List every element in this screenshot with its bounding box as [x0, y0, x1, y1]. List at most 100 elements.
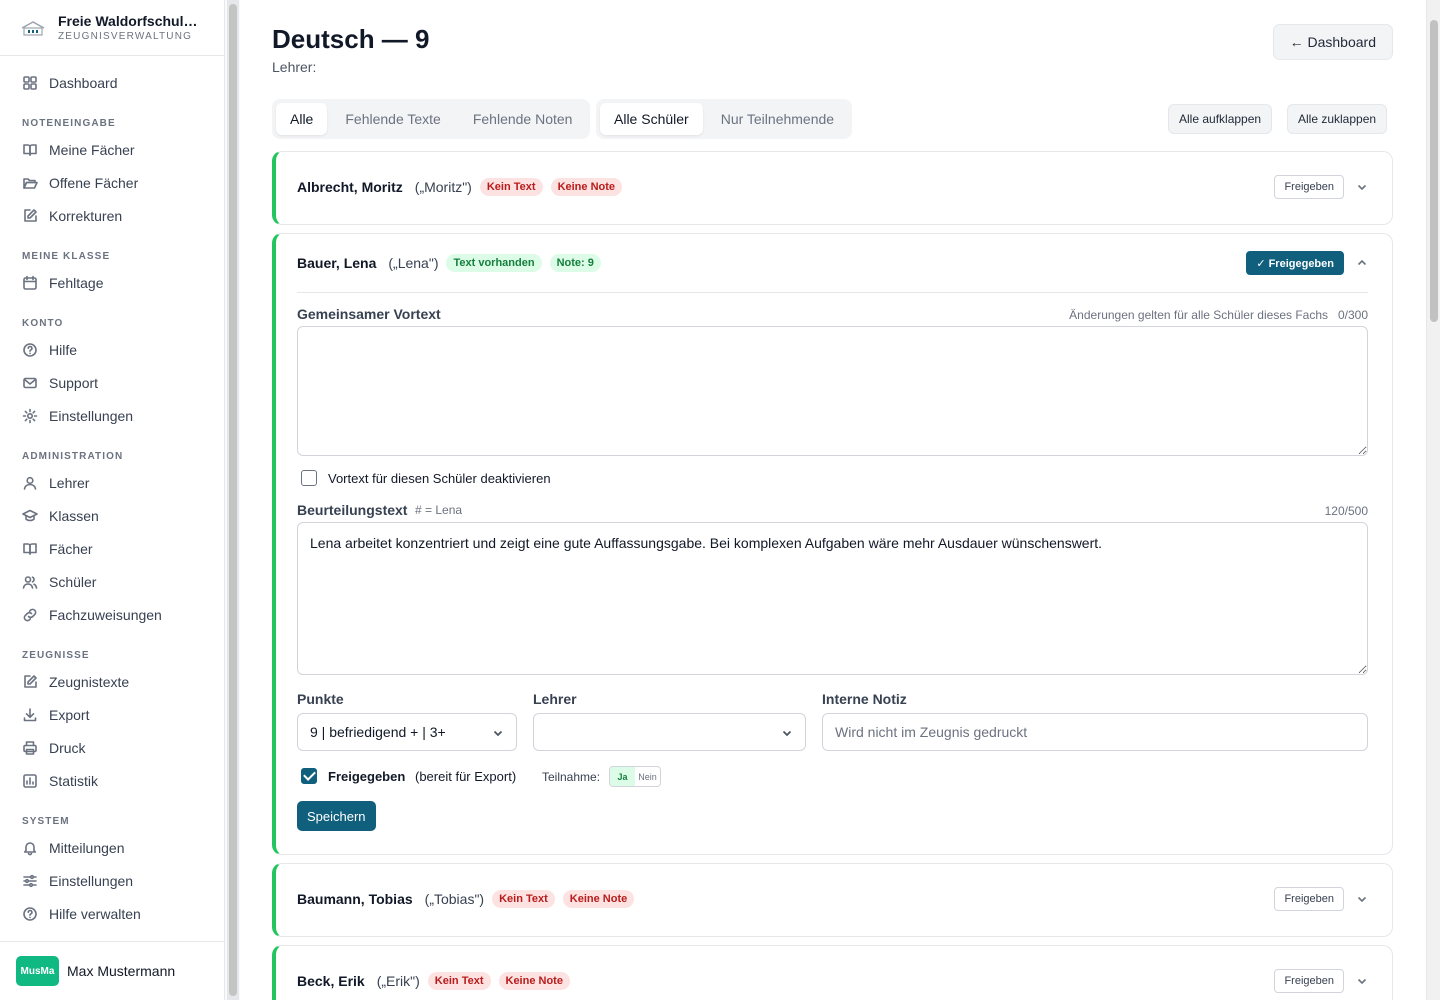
status-badge-grade: Note: 9: [549, 254, 601, 272]
freigegeben-checkbox[interactable]: [301, 768, 317, 784]
sidebar-scrollbar[interactable]: [227, 0, 239, 1000]
sidebar-item-sys-einstellungen[interactable]: Einstellungen: [0, 864, 224, 897]
sidebar-scrollbar-thumb[interactable]: [229, 4, 237, 996]
sidebar-item-label: Schüler: [49, 573, 97, 590]
student-card: Beck, Erik („Erik") Kein Text Keine Note…: [272, 945, 1393, 1000]
release-button[interactable]: Freigeben: [1274, 969, 1344, 993]
student-filter-group: Alle Schüler Nur Teilnehmende: [596, 99, 853, 139]
expand-all-button[interactable]: Alle aufklappen: [1168, 104, 1273, 134]
student-nickname: („Tobias"): [424, 891, 485, 907]
student-card-header[interactable]: Beck, Erik („Erik") Kein Text Keine Note…: [276, 946, 1392, 1000]
filter-fehlende-texte[interactable]: Fehlende Texte: [331, 103, 454, 135]
student-name: Albrecht, Moritz: [297, 179, 403, 195]
teilnahme-yes[interactable]: Ja: [610, 767, 635, 786]
student-card-header[interactable]: Albrecht, Moritz („Moritz") Kein Text Ke…: [276, 152, 1392, 222]
sidebar-item-fachzuweisungen[interactable]: Fachzuweisungen: [0, 598, 224, 631]
sidebar-item-label: Hilfe: [49, 341, 78, 358]
graduation-cap-icon: [22, 509, 38, 521]
student-card-expanded: Bauer, Lena („Lena") Text vorhanden Note…: [272, 233, 1393, 855]
freigegeben-label: Freigegeben: [328, 769, 406, 784]
beurteilung-textarea[interactable]: Lena arbeitet konzentriert und zeigt ein…: [297, 522, 1368, 675]
beurteilung-hint: # = Lena: [415, 503, 463, 517]
sidebar-item-klassen[interactable]: Klassen: [0, 499, 224, 532]
student-card-header[interactable]: Bauer, Lena („Lena") Text vorhanden Note…: [276, 234, 1392, 292]
section-zeugnisse: ZEUGNISSE: [22, 650, 90, 661]
filter-nur-teilnehmende[interactable]: Nur Teilnehmende: [707, 103, 848, 135]
student-card: Albrecht, Moritz („Moritz") Kein Text Ke…: [272, 151, 1393, 225]
main-scrollbar-thumb[interactable]: [1430, 20, 1438, 322]
lehrer-label: Lehrer: [533, 691, 577, 707]
user-profile[interactable]: MusMa Max Mustermann: [0, 941, 225, 1000]
sidebar-item-druck[interactable]: Druck: [0, 731, 224, 764]
release-button[interactable]: Freigeben: [1274, 887, 1344, 911]
sidebar-item-fehltage[interactable]: Fehltage: [0, 266, 224, 299]
beurteilung-counter: 120/500: [1324, 504, 1368, 518]
book-open-icon: [23, 542, 37, 555]
sidebar-item-label: Einstellungen: [49, 872, 134, 889]
sidebar-item-mitteilungen[interactable]: Mitteilungen: [0, 831, 224, 864]
sidebar-item-dashboard[interactable]: Dashboard: [0, 66, 224, 99]
student-card-header[interactable]: Baumann, Tobias („Tobias") Kein Text Kei…: [276, 864, 1392, 934]
deactivate-vortext-label: Vortext für diesen Schüler deaktivieren: [328, 471, 551, 486]
sidebar-item-einstellungen[interactable]: Einstellungen: [0, 399, 224, 432]
vortext-textarea[interactable]: [297, 326, 1368, 456]
filter-alle[interactable]: Alle: [276, 103, 328, 135]
brand[interactable]: Freie Waldorfschul… ZEUGNISVERWALTUNG: [0, 0, 224, 56]
sidebar-item-lehrer[interactable]: Lehrer: [0, 466, 224, 499]
sidebar-item-meine-faecher[interactable]: Meine Fächer: [0, 133, 224, 166]
grid-icon: [23, 75, 37, 90]
sidebar-item-offene-faecher[interactable]: Offene Fächer: [0, 166, 224, 199]
sidebar-item-label: Lehrer: [49, 474, 90, 491]
student-nickname: („Moritz"): [414, 179, 472, 195]
beurteilung-label: Beurteilungstext: [297, 502, 408, 518]
release-button[interactable]: Freigeben: [1274, 175, 1344, 199]
filter-alle-schueler[interactable]: Alle Schüler: [600, 103, 703, 135]
help-circle-icon: [23, 342, 37, 357]
punkte-select[interactable]: 9 | befriedigend + | 3+: [297, 713, 517, 751]
avatar: MusMa: [16, 956, 59, 986]
filter-fehlende-noten[interactable]: Fehlende Noten: [459, 103, 587, 135]
notiz-input[interactable]: [822, 713, 1368, 751]
printer-icon: [23, 740, 37, 755]
chevron-down-icon[interactable]: [1356, 975, 1368, 987]
sidebar-item-export[interactable]: Export: [0, 698, 224, 731]
section-administration: ADMINISTRATION: [22, 451, 124, 462]
chevron-down-icon[interactable]: [1356, 893, 1368, 905]
brand-subtitle: ZEUGNISVERWALTUNG: [58, 31, 193, 42]
dashboard-button[interactable]: ← Dashboard: [1272, 24, 1393, 60]
released-button[interactable]: ✓ Freigegeben: [1246, 251, 1344, 275]
text-filter-group: Alle Fehlende Texte Fehlende Noten: [272, 99, 591, 139]
sidebar-item-label: Statistik: [49, 772, 99, 789]
sidebar-item-label: Offene Fächer: [49, 174, 139, 191]
sidebar-item-korrekturen[interactable]: Korrekturen: [0, 199, 224, 232]
school-logo-icon: [21, 20, 45, 36]
sidebar-item-hilfe[interactable]: Hilfe: [0, 333, 224, 366]
deactivate-vortext-checkbox[interactable]: [301, 470, 317, 486]
status-badge-text: Text vorhanden: [446, 254, 542, 272]
sidebar-item-support[interactable]: Support: [0, 366, 224, 399]
status-badge-text: Kein Text: [492, 890, 555, 908]
sidebar-item-label: Export: [49, 706, 90, 723]
save-button[interactable]: Speichern: [297, 801, 376, 831]
book-open-icon: [23, 143, 37, 156]
link-icon: [23, 608, 37, 621]
main-scrollbar[interactable]: [1426, 0, 1440, 1000]
teilnahme-no[interactable]: Nein: [635, 767, 660, 786]
chevron-down-icon[interactable]: [1356, 181, 1368, 193]
sidebar-item-zeugnistexte[interactable]: Zeugnistexte: [0, 665, 224, 698]
student-name: Baumann, Tobias: [297, 891, 413, 907]
sidebar-item-statistik[interactable]: Statistik: [0, 764, 224, 797]
sidebar-item-label: Fehltage: [49, 274, 104, 291]
sidebar-item-faecher[interactable]: Fächer: [0, 532, 224, 565]
collapse-all-button[interactable]: Alle zuklappen: [1287, 104, 1388, 134]
section-meine-klasse: MEINE KLASSE: [22, 251, 111, 262]
punkte-value: 9 | befriedigend + | 3+: [310, 724, 446, 740]
chevron-down-icon: [493, 730, 503, 737]
lehrer-select[interactable]: [533, 713, 806, 751]
calendar-icon: [23, 275, 37, 290]
sidebar-item-hilfe-verwalten[interactable]: Hilfe verwalten: [0, 897, 224, 930]
chevron-up-icon[interactable]: [1356, 257, 1368, 269]
teilnahme-toggle: Ja Nein: [609, 766, 661, 787]
sidebar-item-label: Dashboard: [49, 74, 118, 91]
sidebar-item-schueler[interactable]: Schüler: [0, 565, 224, 598]
